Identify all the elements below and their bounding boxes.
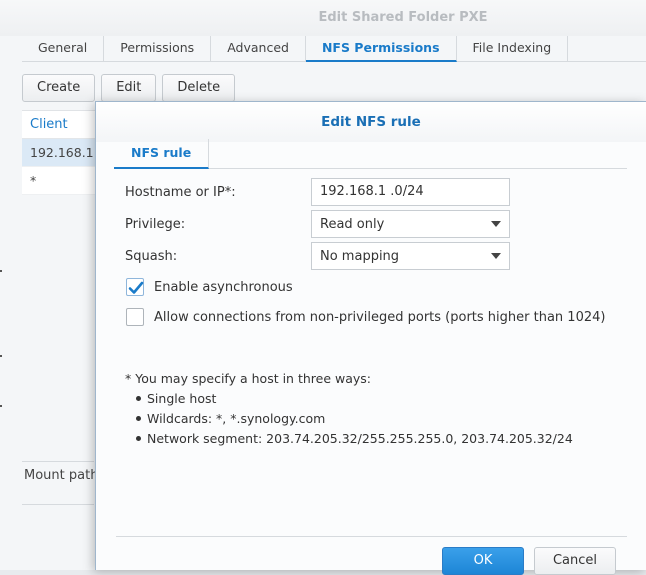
hostname-label: Hostname or IP*: (125, 184, 236, 200)
tab-permissions[interactable]: Permissions (104, 35, 212, 62)
ok-button[interactable]: OK (442, 547, 524, 575)
bullet-icon (136, 416, 141, 421)
footer-divider (116, 536, 627, 537)
enable-async-label[interactable]: Enable asynchronous (154, 280, 293, 295)
squash-label: Squash: (125, 248, 178, 264)
dialog-tab-bar: General Permissions Advanced NFS Permiss… (22, 35, 646, 62)
edge-mark (0, 355, 2, 357)
list-item: Network segment: 203.74.205.32/255.255.2… (136, 431, 573, 446)
hostname-input[interactable]: 192.168.1 .0/24 (311, 178, 510, 206)
tab-nfs-permissions[interactable]: NFS Permissions (305, 35, 457, 62)
host-note-heading: * You may specify a host in three ways: (125, 371, 371, 386)
list-item: Single host (136, 391, 216, 406)
note-item-text: Wildcards: *, *.synology.com (147, 411, 326, 426)
squash-select[interactable]: No mapping (311, 242, 510, 270)
squash-row: Squash: No mapping (125, 242, 510, 270)
hostname-row: Hostname or IP*: 192.168.1 .0/24 (125, 178, 510, 206)
dialog-title: Edit Shared Folder PXE (0, 0, 646, 36)
nfs-toolbar: Create Edit Delete (22, 74, 236, 102)
allow-ports-checkbox[interactable] (126, 308, 144, 326)
tab-nfs-rule[interactable]: NFS rule (114, 139, 210, 169)
edge-mark (0, 405, 2, 407)
enable-async-checkbox[interactable] (126, 278, 144, 296)
divider (22, 504, 94, 505)
chevron-down-icon[interactable] (491, 253, 501, 259)
list-item: Wildcards: *, *.synology.com (136, 411, 325, 426)
privilege-label: Privilege: (125, 216, 186, 232)
modal-tab-bar: NFS rule (114, 139, 627, 169)
enable-async-row: Enable asynchronous (126, 277, 293, 297)
divider (22, 461, 94, 462)
table-row[interactable]: 192.168.1 (22, 139, 98, 167)
delete-button[interactable]: Delete (162, 74, 236, 102)
modal-title: Edit NFS rule (96, 102, 646, 142)
privilege-row: Privilege: Read only (125, 210, 510, 238)
privilege-select[interactable]: Read only (311, 210, 510, 238)
mount-path-label: Mount path (24, 468, 99, 483)
cancel-button[interactable]: Cancel (534, 547, 616, 575)
allow-ports-row: Allow connections from non-privileged po… (126, 307, 605, 327)
column-header-client[interactable]: Client (22, 111, 98, 139)
squash-value: No mapping (320, 248, 400, 264)
note-item-text: Network segment: 203.74.205.32/255.255.2… (147, 431, 573, 446)
nfs-rules-table: Client 192.168.1 * (22, 110, 98, 195)
tab-general[interactable]: General (22, 35, 105, 62)
bullet-icon (136, 396, 141, 401)
note-item-text: Single host (147, 391, 217, 406)
edit-button[interactable]: Edit (101, 74, 157, 102)
allow-ports-label[interactable]: Allow connections from non-privileged po… (154, 310, 605, 325)
checkmark-icon (128, 281, 144, 294)
chevron-down-icon[interactable] (491, 221, 501, 227)
create-button[interactable]: Create (22, 74, 96, 102)
edit-nfs-rule-dialog: Edit NFS rule NFS rule Hostname or IP*: … (95, 101, 646, 575)
privilege-value: Read only (320, 216, 385, 232)
tab-file-indexing[interactable]: File Indexing (457, 35, 569, 62)
bullet-icon (136, 436, 141, 441)
table-row[interactable]: * (22, 167, 98, 195)
tab-advanced[interactable]: Advanced (211, 35, 306, 62)
edge-mark (0, 270, 2, 272)
